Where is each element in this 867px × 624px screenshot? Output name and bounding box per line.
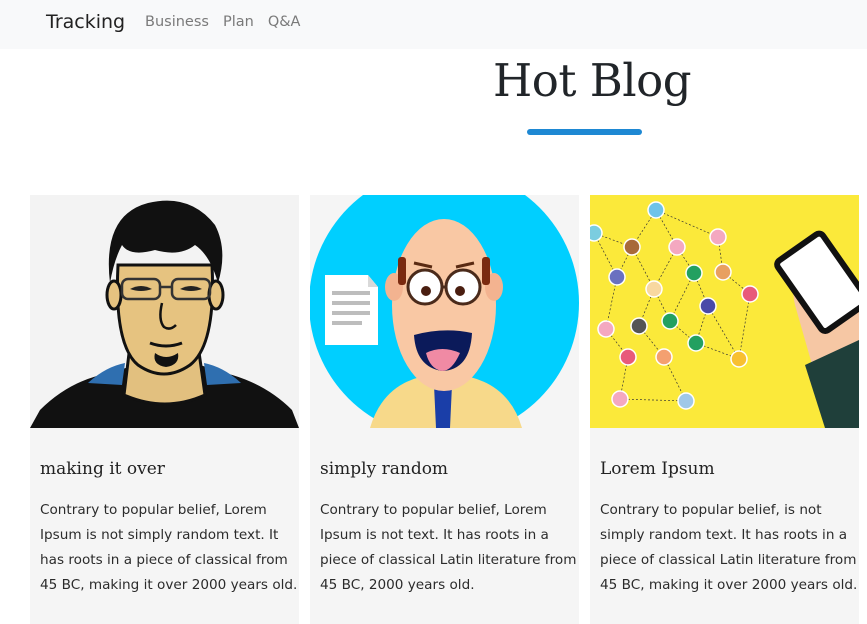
brand-link[interactable]: Tracking [46, 11, 125, 33]
card-title[interactable]: simply random [320, 459, 448, 479]
card-text: Contrary to popular belief, is not simpl… [600, 502, 858, 593]
nav-link-plan[interactable]: Plan [223, 14, 254, 30]
section-title: Hot Blog [493, 54, 692, 107]
blog-card-3[interactable]: Lorem Ipsum Contrary to popular belief, … [590, 195, 859, 624]
card-text: Contrary to popular belief, Lorem Ipsum … [320, 502, 577, 593]
nav-link-qa[interactable]: Q&A [268, 14, 301, 30]
social-network-illustration [590, 195, 859, 428]
card-title[interactable]: making it over [40, 459, 165, 479]
navbar: Tracking Business Plan Q&A [0, 0, 867, 49]
blog-card-1[interactable]: making it over Contrary to popular belie… [30, 195, 299, 624]
section-title-underline [527, 129, 642, 135]
bald-teacher-avatar [310, 195, 579, 428]
card-text: Contrary to popular belief, Lorem Ipsum … [40, 502, 298, 593]
man-with-glasses-avatar [30, 195, 299, 428]
card-title[interactable]: Lorem Ipsum [600, 459, 715, 479]
nav-links: Business Plan Q&A [145, 14, 300, 30]
blog-card-2[interactable]: simply random Contrary to popular belief… [310, 195, 579, 624]
nav-link-business[interactable]: Business [145, 14, 209, 30]
